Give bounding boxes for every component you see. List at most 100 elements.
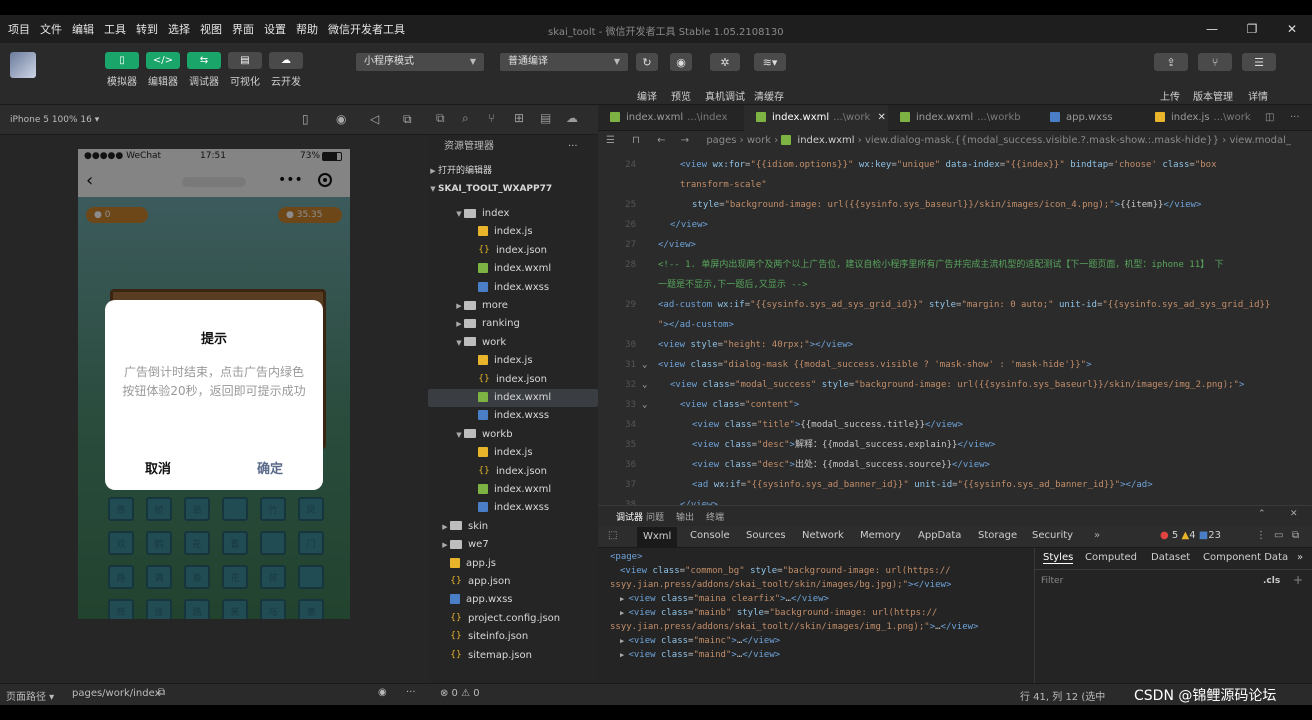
- cloud-icon[interactable]: ☁: [566, 111, 578, 125]
- project-section[interactable]: ▼ SKAI_TOOLT_WXAPP77: [428, 180, 598, 198]
- wxml-tree[interactable]: <page> <view class="common_bg" style="bac…: [598, 548, 1034, 684]
- devtools-tab[interactable]: Sources: [746, 530, 786, 541]
- menu-item[interactable]: 选择: [168, 21, 190, 37]
- git-icon[interactable]: ⑂: [488, 111, 495, 125]
- popout-icon[interactable]: ⧉: [403, 112, 412, 127]
- file-item[interactable]: app.wxss: [428, 591, 598, 609]
- file-item[interactable]: index.js: [428, 352, 598, 370]
- folder-item[interactable]: ▶ we7: [428, 536, 598, 554]
- compile-mode-select[interactable]: 普通编译 ▼: [500, 53, 628, 71]
- list-icon[interactable]: ☰: [606, 135, 615, 146]
- code-editor[interactable]: 24 <view wx:for="{{idiom.options}}" wx:ke…: [598, 151, 1312, 505]
- avatar[interactable]: [10, 52, 36, 78]
- menu-item[interactable]: 文件: [40, 21, 62, 37]
- file-item[interactable]: index.wxss: [428, 499, 598, 517]
- mode-select[interactable]: 小程序模式 ▼: [356, 53, 484, 71]
- files-icon[interactable]: ⧉: [436, 111, 445, 126]
- back-arrow-icon[interactable]: ←: [657, 135, 665, 146]
- fold-chevron-icon[interactable]: ⌄: [642, 395, 647, 415]
- menu-item[interactable]: 编辑: [72, 21, 94, 37]
- split-editor-icon[interactable]: ◫: [1253, 105, 1275, 131]
- file-item[interactable]: {} siteinfo.json: [428, 628, 598, 646]
- folder-item[interactable]: ▼ index: [428, 205, 598, 223]
- devtools-tab[interactable]: Network: [802, 530, 844, 541]
- wxml-node[interactable]: ▶ <view class="mainc">…</view>: [620, 634, 780, 648]
- devtools-tab[interactable]: Wxml: [637, 527, 678, 547]
- visual-button[interactable]: ▤ 可视化: [223, 52, 267, 88]
- devtools-tab[interactable]: Storage: [978, 530, 1017, 541]
- devtools-tab[interactable]: Memory: [860, 530, 901, 541]
- styles-tab[interactable]: Dataset: [1151, 552, 1190, 563]
- chevron-up-icon[interactable]: ⌃: [1258, 509, 1266, 519]
- tasks-icon[interactable]: ▤: [540, 111, 551, 125]
- more-tabs-icon[interactable]: »: [1094, 530, 1100, 541]
- file-item[interactable]: index.js: [428, 444, 598, 462]
- menu-item[interactable]: 视图: [200, 21, 222, 37]
- wxml-node[interactable]: ssyy.jian.press/addons/skai_toolt/skin/i…: [610, 578, 951, 592]
- folder-item[interactable]: ▼ work: [428, 334, 598, 352]
- editor-tab[interactable]: index.wxml ...\work ✕: [744, 105, 888, 131]
- folder-item[interactable]: ▶ more: [428, 297, 598, 315]
- upload-button[interactable]: ⇪: [1154, 53, 1188, 71]
- maximize-icon[interactable]: ❐: [1232, 15, 1272, 43]
- cancel-button[interactable]: 取消: [145, 458, 171, 477]
- file-item[interactable]: {} project.config.json: [428, 610, 598, 628]
- file-item[interactable]: {} index.json: [428, 242, 598, 260]
- file-item[interactable]: index.wxml: [428, 389, 598, 407]
- devtools-tab[interactable]: Security: [1032, 530, 1073, 541]
- file-item[interactable]: {} index.json: [428, 371, 598, 389]
- editor-tab[interactable]: index.js ...\work: [1143, 105, 1263, 131]
- wxml-node[interactable]: ▶ <view class="mainb" style="background-…: [620, 606, 937, 620]
- extensions-icon[interactable]: ⊞: [514, 111, 524, 125]
- devtools-top-tab[interactable]: 终端: [706, 510, 724, 523]
- wxml-node[interactable]: ▶ <view class="maina clearfix">…</view>: [620, 592, 829, 606]
- popout-icon[interactable]: ⧉: [1292, 530, 1299, 541]
- file-item[interactable]: {} app.json: [428, 573, 598, 591]
- file-item[interactable]: index.wxml: [428, 260, 598, 278]
- fold-chevron-icon[interactable]: ⌄: [642, 355, 647, 375]
- folder-item[interactable]: ▶ ranking: [428, 315, 598, 333]
- cloud-button[interactable]: ☁ 云开发: [264, 52, 308, 88]
- more-tabs-icon[interactable]: »: [1297, 552, 1303, 563]
- clear-cache-button[interactable]: ≋▾: [754, 53, 786, 71]
- more-icon[interactable]: ···: [568, 138, 588, 156]
- version-button[interactable]: ⑂: [1198, 53, 1232, 71]
- file-item[interactable]: {} sitemap.json: [428, 647, 598, 665]
- file-item[interactable]: {} index.json: [428, 463, 598, 481]
- devtools-tab[interactable]: AppData: [918, 530, 961, 541]
- dock-icon[interactable]: ▭: [1274, 530, 1283, 541]
- menu-item[interactable]: 界面: [232, 21, 254, 37]
- eye-icon[interactable]: ◉: [378, 687, 387, 698]
- file-item[interactable]: index.js: [428, 223, 598, 241]
- phone-icon[interactable]: ▯: [302, 112, 309, 126]
- kebab-menu-icon[interactable]: ⋮: [1256, 530, 1266, 541]
- forward-arrow-icon[interactable]: →: [681, 135, 689, 146]
- search-icon[interactable]: ⌕: [462, 111, 469, 126]
- volume-icon[interactable]: ◁: [370, 112, 379, 126]
- menu-item[interactable]: 帮助: [296, 21, 318, 37]
- real-debug-button[interactable]: ✲: [710, 53, 740, 71]
- file-item[interactable]: app.js: [428, 555, 598, 573]
- more-icon[interactable]: ···: [1278, 105, 1308, 131]
- confirm-button[interactable]: 确定: [257, 458, 283, 477]
- wxml-node[interactable]: <page>: [610, 550, 643, 564]
- device-select[interactable]: iPhone 5 100% 16 ▾: [10, 115, 99, 125]
- close-icon[interactable]: ✕: [874, 112, 885, 123]
- compile-button[interactable]: ↻: [636, 53, 658, 71]
- wxml-node[interactable]: ssyy.jian.press/addons/skai_toolt//skin/…: [610, 620, 978, 634]
- close-icon[interactable]: ✕: [1290, 509, 1298, 519]
- open-editors-section[interactable]: ▶ 打开的编辑器: [428, 162, 598, 180]
- styles-tab[interactable]: Styles: [1043, 552, 1074, 564]
- close-icon[interactable]: ✕: [1272, 15, 1312, 43]
- devtools-tab[interactable]: Console: [690, 530, 730, 541]
- devtools-top-tab[interactable]: 输出: [676, 510, 694, 523]
- problems-counter[interactable]: ⊗ 0 ⚠ 0: [440, 688, 480, 699]
- file-item[interactable]: index.wxss: [428, 279, 598, 297]
- editor-tab[interactable]: index.wxml ...\index: [598, 105, 744, 131]
- editor-tab[interactable]: app.wxss: [1038, 105, 1143, 131]
- debugger-button[interactable]: ⇆ 调试器: [182, 52, 226, 88]
- devtools-top-tab[interactable]: 问题: [646, 510, 664, 523]
- simulator-button[interactable]: ▯ 模拟器: [100, 52, 144, 88]
- wxml-node[interactable]: ▶ <view class="maind">…</view>: [620, 648, 780, 662]
- minimize-icon[interactable]: —: [1192, 15, 1232, 43]
